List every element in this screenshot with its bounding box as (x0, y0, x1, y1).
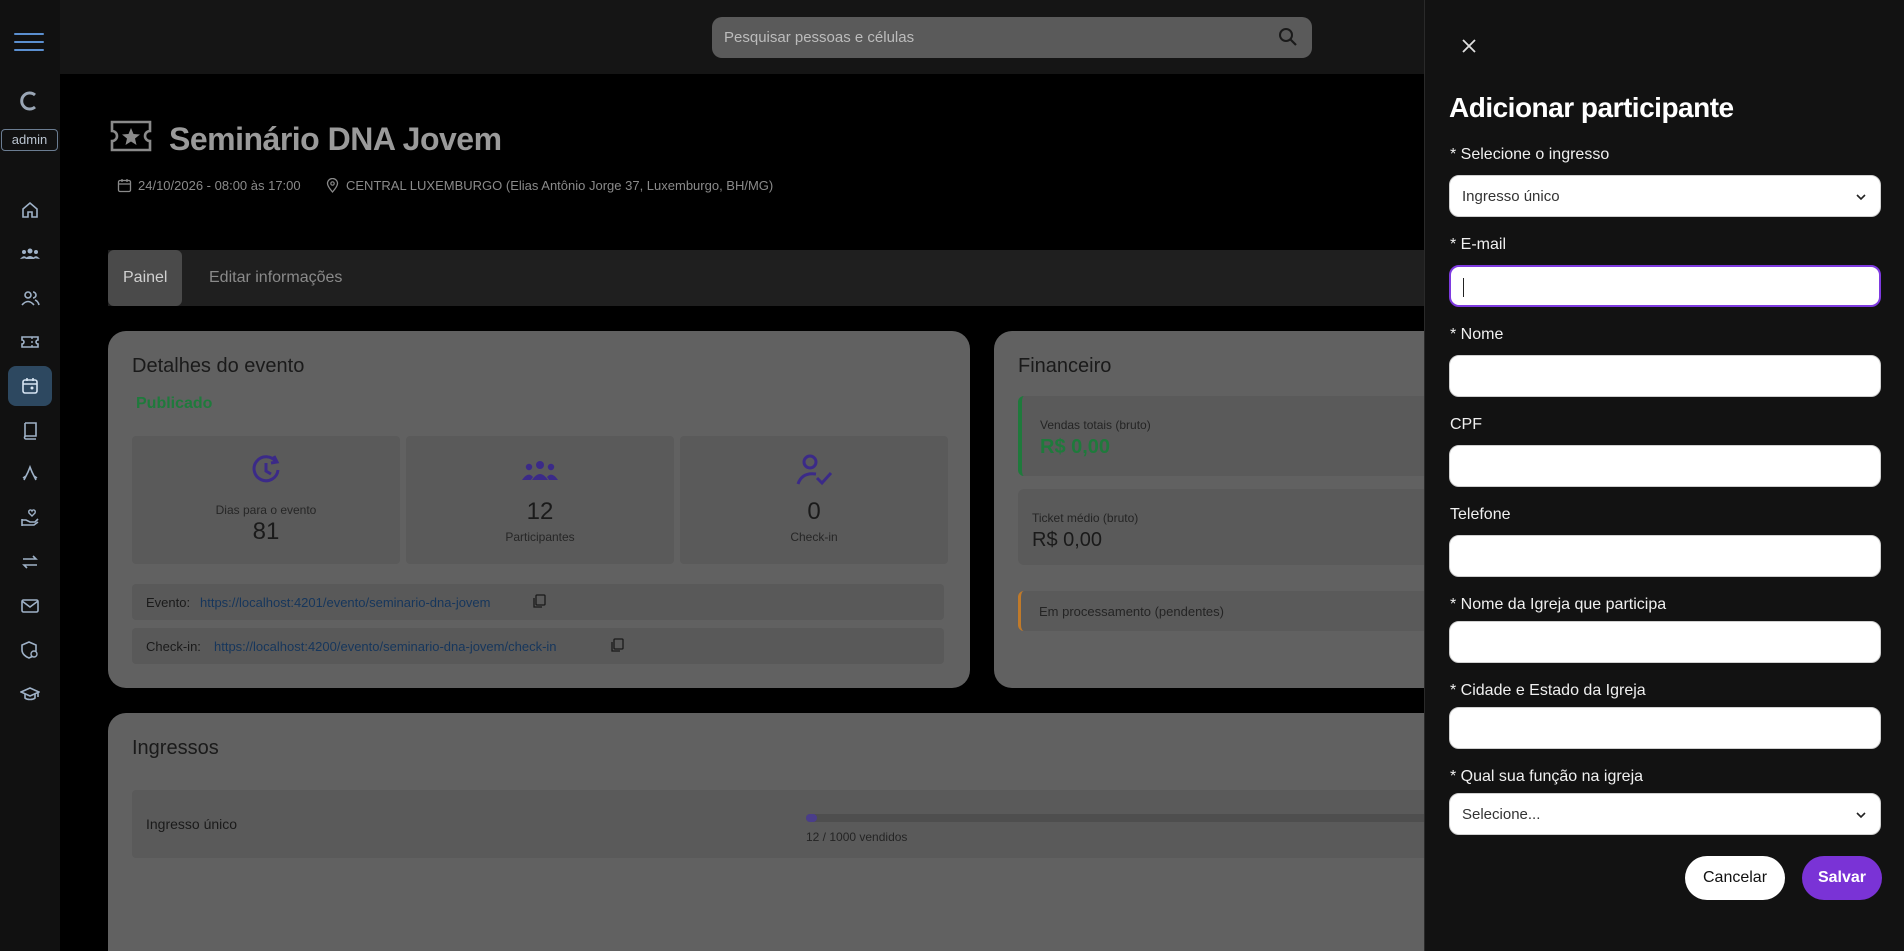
tabs-bar: Painel Editar informações (108, 250, 1428, 306)
copy-icon[interactable] (610, 638, 624, 652)
shield-settings-icon[interactable] (8, 630, 52, 670)
total-sales-label: Vendas totais (bruto) (1040, 418, 1151, 432)
clock-icon (252, 455, 280, 483)
event-location-text: CENTRAL LUXEMBURGO (Elias Antônio Jorge … (346, 178, 774, 193)
book-icon[interactable] (8, 410, 52, 450)
financial-title: Financeiro (1018, 355, 1112, 377)
stat-days-label: Dias para o evento (215, 503, 317, 517)
church-city-field[interactable] (1449, 707, 1881, 749)
checkin-link[interactable]: https://localhost:4200/evento/seminario-… (214, 639, 557, 654)
checkin-link-label: Check-in: (146, 639, 201, 654)
participants-icon (522, 461, 558, 480)
admin-badge: admin (1, 129, 58, 151)
stat-participants-value: 12 (526, 498, 554, 525)
church-name-field[interactable] (1449, 621, 1881, 663)
copy-icon[interactable] (532, 594, 546, 608)
ticket-select-value: Ingresso único (1462, 188, 1560, 205)
home-icon[interactable] (8, 190, 52, 230)
event-link-label: Evento: (146, 595, 191, 610)
church-role-value: Selecione... (1462, 806, 1541, 823)
ticket-row: Ingresso único 12 / 1000 vendidos (132, 790, 1446, 858)
arrows-exchange-icon[interactable] (8, 542, 52, 582)
ticket-progress-bar (806, 814, 1446, 822)
groups-icon[interactable] (8, 234, 52, 274)
event-date: 24/10/2026 - 08:00 às 17:00 (117, 178, 301, 193)
tab-painel[interactable]: Painel (108, 250, 183, 306)
name-label: * Nome (1450, 326, 1504, 343)
user-check-icon (796, 454, 833, 486)
stat-participants: 12 Participantes (406, 436, 674, 564)
church-city-label: * Cidade e Estado da Igreja (1450, 682, 1646, 699)
calendar-small-icon (117, 179, 132, 193)
text-caret (1463, 278, 1464, 297)
status-badge: Publicado (136, 395, 213, 412)
search-placeholder: Pesquisar pessoas e células (724, 29, 915, 46)
ticket-name: Ingresso único (146, 816, 238, 832)
drawer-title: Adicionar participante (1449, 92, 1734, 123)
tickets-card: Ingressos Ingresso único 12 / 1000 vendi… (108, 713, 1464, 951)
save-button[interactable]: Salvar (1802, 856, 1882, 900)
event-ticket-icon (110, 120, 152, 152)
event-link-row: Evento: https://localhost:4201/evento/se… (132, 584, 944, 620)
calendar-icon[interactable] (8, 366, 52, 406)
email-field[interactable] (1449, 265, 1881, 307)
total-sales-block: Vendas totais (bruto) R$ 0,00 (1018, 396, 1438, 476)
graduation-cap-icon[interactable] (8, 674, 52, 714)
cancel-button[interactable]: Cancelar (1685, 856, 1785, 900)
phone-field[interactable] (1449, 535, 1881, 577)
cpf-label: CPF (1450, 416, 1482, 433)
ticket-icon[interactable] (8, 322, 52, 362)
ticket-select[interactable]: Ingresso único (1449, 175, 1881, 217)
ticket-progress-fill (806, 814, 817, 822)
avg-ticket-value: R$ 0,00 (1032, 529, 1103, 551)
logo-icon[interactable] (18, 90, 40, 112)
add-participant-drawer: Adicionar participante * Selecione o ing… (1424, 0, 1904, 951)
top-bar: Pesquisar pessoas e células (60, 0, 1425, 74)
search-icon[interactable] (1278, 27, 1298, 47)
checkin-link-row: Check-in: https://localhost:4200/evento/… (132, 628, 944, 664)
email-label: * E-mail (1450, 236, 1507, 253)
chevron-down-icon (1856, 812, 1866, 819)
church-role-label: * Qual sua função na igreja (1450, 768, 1644, 785)
sidebar: admin (0, 0, 60, 951)
event-details-card: Detalhes do evento Publicado Dias para o… (108, 331, 970, 688)
details-title: Detalhes do evento (132, 355, 305, 377)
search-input[interactable]: Pesquisar pessoas e células (712, 17, 1312, 58)
church-role-select[interactable]: Selecione... (1449, 793, 1881, 835)
hand-heart-icon[interactable] (8, 498, 52, 538)
cpf-field[interactable] (1449, 445, 1881, 487)
mail-icon[interactable] (8, 586, 52, 626)
processing-block: Em processamento (pendentes) (1018, 591, 1438, 631)
event-location: CENTRAL LUXEMBURGO (Elias Antônio Jorge … (325, 178, 773, 193)
phone-label: Telefone (1450, 506, 1511, 523)
event-date-text: 24/10/2026 - 08:00 às 17:00 (138, 178, 301, 193)
stat-checkin: 0 Check-in (680, 436, 948, 564)
chevron-down-icon (1856, 194, 1866, 201)
stat-checkin-value: 0 (807, 498, 821, 525)
stat-participants-label: Participantes (505, 530, 575, 544)
location-pin-icon (326, 178, 339, 193)
name-field[interactable] (1449, 355, 1881, 397)
avg-ticket-label: Ticket médio (bruto) (1032, 511, 1139, 525)
people-icon[interactable] (8, 278, 52, 318)
financial-card: Financeiro Vendas totais (bruto) R$ 0,00… (994, 331, 1464, 688)
page-title: Seminário DNA Jovem (169, 121, 502, 157)
close-icon[interactable] (1457, 34, 1481, 58)
total-sales-value: R$ 0,00 (1040, 436, 1111, 458)
stat-checkin-label: Check-in (790, 530, 838, 544)
ticket-sold-text: 12 / 1000 vendidos (806, 830, 908, 844)
praying-hands-icon[interactable] (8, 454, 52, 494)
stat-days-value: 81 (252, 518, 280, 545)
tab-editar-informacoes[interactable]: Editar informações (194, 250, 357, 306)
ticket-select-label: * Selecione o ingresso (1450, 146, 1610, 163)
stat-days: Dias para o evento 81 (132, 436, 400, 564)
tickets-title: Ingressos (132, 737, 219, 759)
avg-ticket-block: Ticket médio (bruto) R$ 0,00 (1018, 489, 1438, 565)
menu-icon[interactable] (14, 33, 44, 55)
church-name-label: * Nome da Igreja que participa (1450, 596, 1667, 613)
processing-label: Em processamento (pendentes) (1039, 604, 1224, 619)
event-link[interactable]: https://localhost:4201/evento/seminario-… (200, 595, 491, 610)
